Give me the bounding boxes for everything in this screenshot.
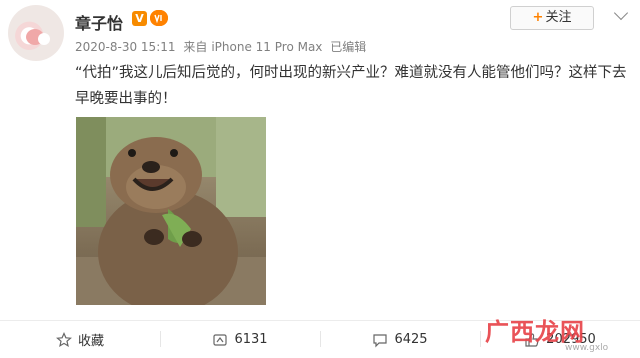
comment-count: 6425 [394,332,428,347]
avatar[interactable] [8,5,64,61]
watermark-logo: 广西龙网 [485,318,585,346]
star-icon [56,331,72,347]
plus-icon: + [532,10,544,25]
watermark-url: www.gxlo [565,343,609,353]
post-meta: 2020-8-30 15:11 来自 iPhone 11 Pro Max 已编辑 [75,38,370,55]
follow-button[interactable]: + 关注 [510,6,594,30]
repost-icon [213,333,228,346]
avatar-decoration [38,33,50,45]
post-time[interactable]: 2020-8-30 15:11 [75,40,176,54]
comment-icon [373,333,388,347]
repost-count: 6131 [234,332,268,347]
post-text: “代拍”我这儿后知后觉的，何时出现的新兴产业？难道就没有人能管他们吗？这样下去早… [75,65,627,107]
edited-label[interactable]: 已编辑 [330,40,366,54]
repost-button[interactable]: 6131 [160,321,320,358]
vip-badge-icon [150,10,168,26]
chevron-down-icon[interactable] [613,5,629,21]
follow-label: 关注 [545,10,572,25]
source-prefix: 来自 [183,40,208,54]
favorite-button[interactable]: 收藏 [0,321,160,358]
user-name[interactable]: 章子怡 [75,10,123,34]
comment-button[interactable]: 6425 [320,321,480,358]
device-name: iPhone 11 Pro Max [211,40,323,54]
favorite-label: 收藏 [77,334,104,349]
verified-badge-icon: V [132,11,147,26]
post-image[interactable] [76,117,266,305]
